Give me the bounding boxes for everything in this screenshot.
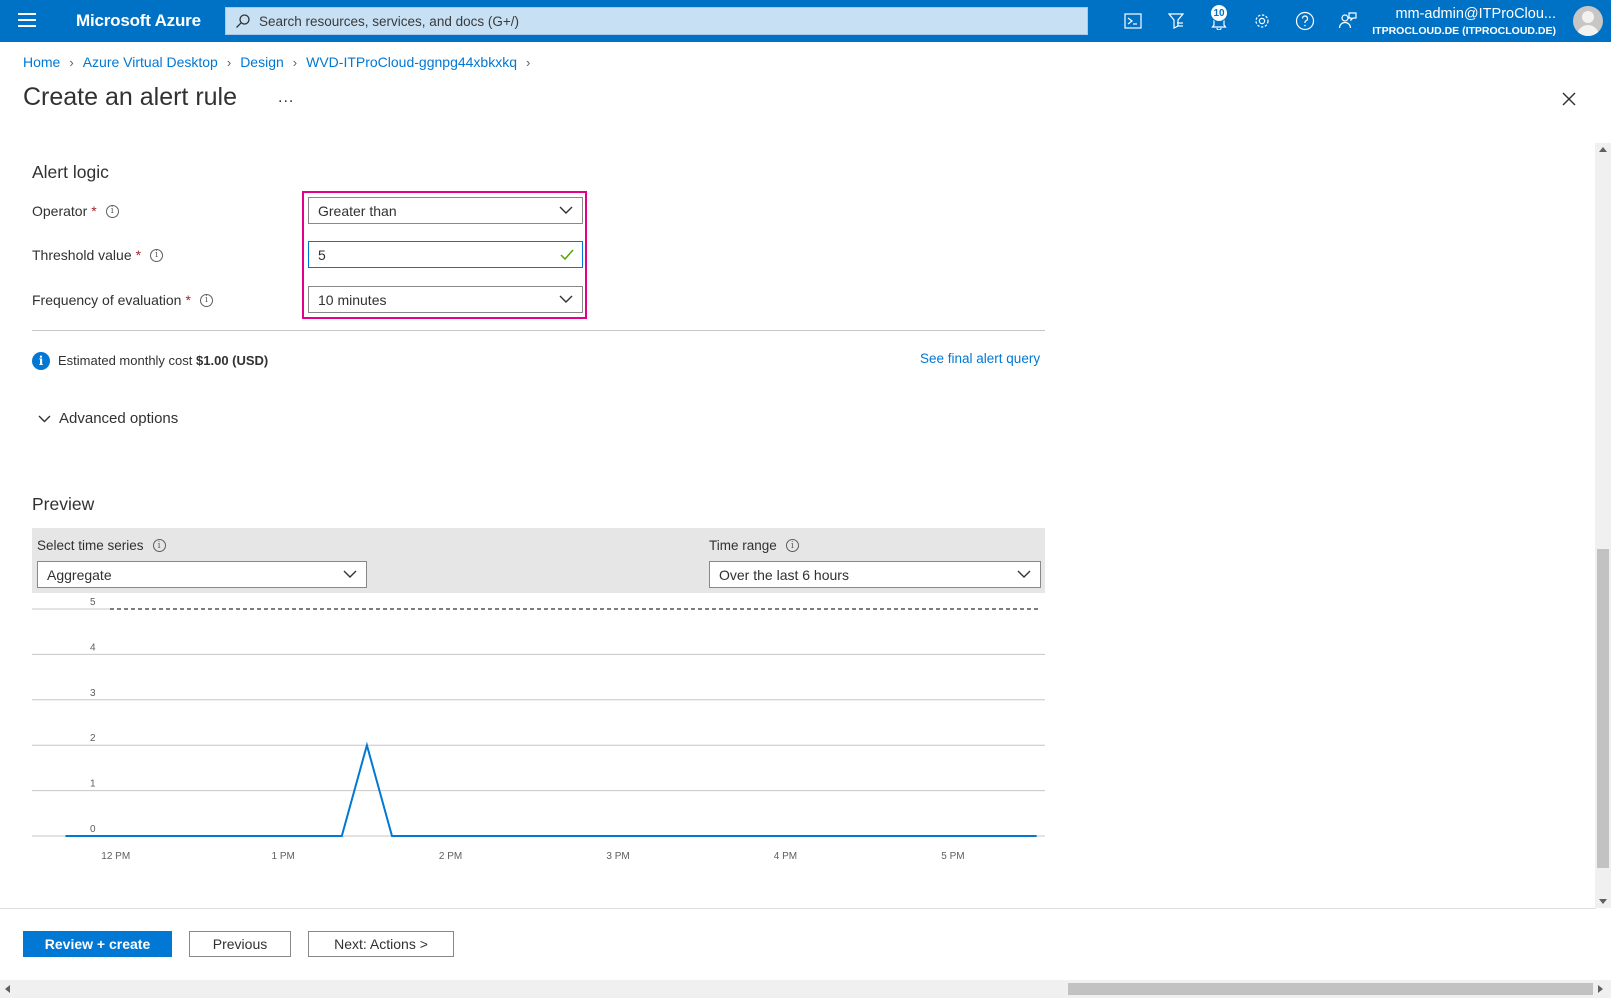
- chevron-down-icon: [1017, 570, 1031, 578]
- breadcrumb-home[interactable]: Home: [23, 54, 60, 70]
- time-range-value: Over the last 6 hours: [719, 566, 849, 583]
- threshold-label: Threshold value * i: [32, 247, 164, 263]
- x-tick-label: 1 PM: [271, 851, 294, 862]
- info-icon[interactable]: i: [152, 539, 166, 552]
- info-filled-icon: i: [32, 352, 50, 370]
- breadcrumb: Home › Azure Virtual Desktop › Design › …: [23, 54, 539, 70]
- previous-button[interactable]: Previous: [189, 931, 291, 957]
- operator-label-text: Operator: [32, 203, 88, 219]
- frequency-value: 10 minutes: [318, 291, 387, 308]
- breadcrumb-resource[interactable]: WVD-ITProCloud-ggnpg44xbkxkq: [306, 54, 517, 70]
- vertical-scroll-thumb[interactable]: [1597, 549, 1609, 868]
- scroll-left-icon[interactable]: [5, 985, 10, 993]
- time-series-label-text: Select time series: [37, 538, 144, 553]
- page-title: Create an alert rule: [23, 83, 238, 111]
- section-divider: [32, 330, 1045, 331]
- advanced-options-toggle[interactable]: Advanced options: [38, 410, 178, 427]
- settings-icon[interactable]: [1250, 9, 1274, 33]
- preview-heading: Preview: [32, 494, 95, 514]
- y-tick-label: 0: [90, 824, 96, 835]
- y-tick-label: 4: [90, 642, 96, 653]
- x-tick-label: 12 PM: [101, 851, 130, 862]
- preview-controls: Select time series i Aggregate Time rang…: [32, 528, 1045, 593]
- required-marker: *: [91, 203, 97, 219]
- time-range-label: Time range i: [709, 538, 799, 553]
- alert-logic-heading: Alert logic: [32, 162, 109, 182]
- footer-divider: [0, 908, 1596, 909]
- horizontal-scrollbar[interactable]: [0, 980, 1611, 998]
- chevron-right-icon: ›: [292, 54, 298, 70]
- advanced-options-label: Advanced options: [59, 410, 179, 427]
- scroll-down-icon[interactable]: [1599, 899, 1607, 904]
- x-tick-label: 2 PM: [439, 851, 462, 862]
- directory-filter-icon[interactable]: [1164, 9, 1188, 33]
- next-actions-button[interactable]: Next: Actions >: [308, 931, 454, 957]
- chevron-down-icon: [559, 295, 573, 303]
- review-create-button[interactable]: Review + create: [23, 931, 172, 957]
- info-icon[interactable]: i: [199, 293, 213, 307]
- feedback-icon[interactable]: [1336, 9, 1360, 33]
- breadcrumb-azure-virtual-desktop[interactable]: Azure Virtual Desktop: [83, 54, 218, 70]
- info-icon[interactable]: i: [105, 204, 119, 218]
- time-range-dropdown[interactable]: Over the last 6 hours: [709, 561, 1041, 588]
- top-bar: Microsoft Azure Search resources, servic…: [0, 0, 1611, 42]
- frequency-label-text: Frequency of evaluation: [32, 292, 182, 308]
- time-series-value: Aggregate: [47, 566, 112, 583]
- frequency-dropdown[interactable]: 10 minutes: [308, 286, 583, 313]
- avatar[interactable]: [1573, 6, 1603, 36]
- required-marker: *: [135, 247, 142, 263]
- search-placeholder: Search resources, services, and docs (G+…: [259, 13, 519, 29]
- brand-title[interactable]: Microsoft Azure: [76, 11, 201, 31]
- x-tick-label: 5 PM: [941, 851, 964, 862]
- horizontal-scroll-thumb[interactable]: [1068, 983, 1593, 995]
- time-series-label: Select time series i: [37, 538, 166, 553]
- chevron-down-icon: [559, 206, 573, 214]
- threshold-label-text: Threshold value: [32, 247, 132, 263]
- breadcrumb-design[interactable]: Design: [240, 54, 284, 70]
- info-icon[interactable]: i: [785, 539, 799, 552]
- threshold-value: 5: [318, 246, 326, 263]
- time-range-label-text: Time range: [709, 538, 777, 553]
- chevron-right-icon: ›: [69, 54, 74, 70]
- y-tick-label: 3: [90, 688, 96, 699]
- account-directory[interactable]: ITPROCLOUD.DE (ITPROCLOUD.DE): [1372, 25, 1556, 37]
- operator-label: Operator * i: [32, 203, 119, 219]
- scroll-up-icon[interactable]: [1599, 147, 1607, 152]
- threshold-input[interactable]: 5: [308, 241, 583, 268]
- close-icon[interactable]: [1560, 90, 1578, 108]
- see-final-alert-query-link[interactable]: See final alert query: [920, 351, 1040, 366]
- operator-dropdown[interactable]: Greater than: [308, 197, 583, 224]
- cost-prefix: Estimated monthly cost: [58, 353, 193, 368]
- cost-amount: $1.00 (USD): [196, 353, 269, 368]
- chevron-right-icon: ›: [526, 54, 531, 70]
- operator-value: Greater than: [318, 202, 397, 219]
- y-tick-label: 5: [90, 597, 96, 608]
- info-icon[interactable]: i: [150, 248, 164, 262]
- account-name[interactable]: mm-admin@ITProClou...: [1395, 6, 1556, 22]
- more-options-button[interactable]: ...: [278, 89, 294, 107]
- required-marker: *: [185, 292, 191, 308]
- help-icon[interactable]: [1293, 9, 1317, 33]
- frequency-label: Frequency of evaluation * i: [32, 292, 213, 308]
- chevron-down-icon: [343, 570, 357, 578]
- x-tick-label: 3 PM: [606, 851, 629, 862]
- estimated-cost: Estimated monthly cost $1.00 (USD): [58, 353, 268, 368]
- y-tick-label: 2: [90, 733, 96, 744]
- scroll-right-icon[interactable]: [1598, 985, 1603, 993]
- checkmark-icon: [560, 249, 574, 261]
- menu-icon[interactable]: [18, 13, 36, 27]
- y-tick-label: 1: [90, 779, 96, 790]
- x-tick-label: 4 PM: [774, 851, 797, 862]
- vertical-scrollbar[interactable]: [1595, 143, 1611, 908]
- search-icon: [236, 14, 250, 28]
- preview-chart: 0 1 2 3 4 5 12 PM 1 PM 2 PM 3 PM 4 PM 5 PM: [32, 597, 1045, 862]
- chevron-right-icon: ›: [226, 54, 232, 70]
- chevron-down-icon: [38, 415, 51, 422]
- notification-count-badge: 10: [1210, 4, 1228, 22]
- global-search-input[interactable]: Search resources, services, and docs (G+…: [225, 7, 1088, 35]
- cloud-shell-icon[interactable]: [1121, 9, 1145, 33]
- time-series-dropdown[interactable]: Aggregate: [37, 561, 367, 588]
